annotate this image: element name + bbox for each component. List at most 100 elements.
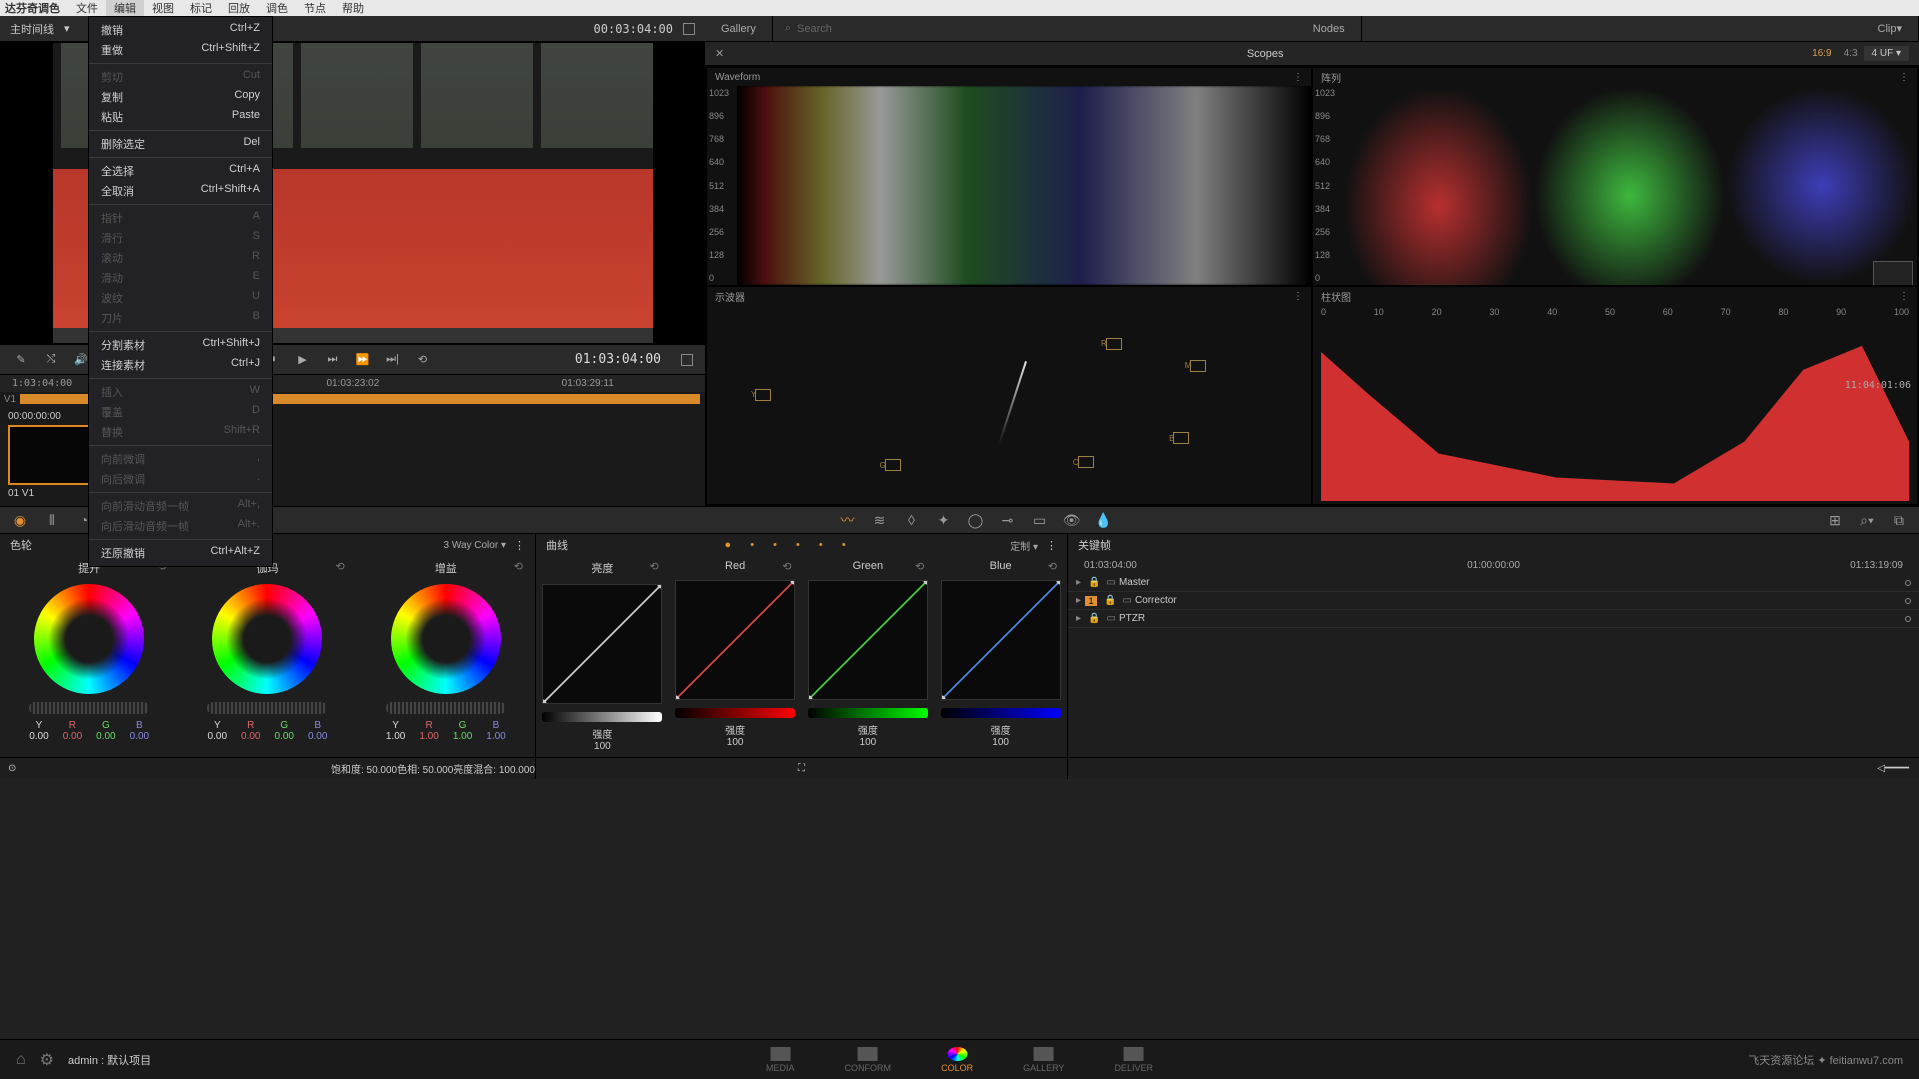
- reset-icon[interactable]: ⟲: [335, 560, 344, 573]
- menu-item[interactable]: 全选择Ctrl+A: [89, 161, 272, 181]
- menu-color[interactable]: 调色: [258, 0, 296, 16]
- page-deliver[interactable]: DELIVER: [1114, 1047, 1153, 1073]
- menu-view[interactable]: 视图: [144, 0, 182, 16]
- intensity-slider[interactable]: [941, 708, 1061, 718]
- panel-menu-icon[interactable]: ⋮: [514, 539, 525, 552]
- menu-item[interactable]: 全取消Ctrl+Shift+A: [89, 181, 272, 201]
- copy-icon[interactable]: ⧉: [1889, 510, 1909, 530]
- tab-gallery[interactable]: Gallery: [705, 16, 773, 41]
- grid-icon[interactable]: ⊞: [1825, 510, 1845, 530]
- page-conform[interactable]: CONFORM: [845, 1047, 892, 1073]
- color-wheel[interactable]: [212, 584, 322, 694]
- color-wheel[interactable]: [391, 584, 501, 694]
- scope-parade: 阵列⋮ 10238967686405123842561280: [1313, 68, 1917, 285]
- menu-item[interactable]: 分割素材Ctrl+Shift+J: [89, 335, 272, 355]
- zoom-slider[interactable]: ◁━━━━: [1877, 763, 1909, 774]
- highlight-icon[interactable]: ✎: [12, 351, 30, 369]
- reset-icon[interactable]: ⟲: [1048, 560, 1057, 573]
- menu-file[interactable]: 文件: [68, 0, 106, 16]
- page-media[interactable]: MEDIA: [766, 1047, 795, 1073]
- clip-selector[interactable]: Clip ▾: [1862, 16, 1919, 41]
- timeline-label[interactable]: 主时间线: [10, 21, 54, 37]
- expand-icon[interactable]: [683, 23, 695, 35]
- curve-editor[interactable]: [675, 580, 795, 700]
- menu-mark[interactable]: 标记: [182, 0, 220, 16]
- tracker-icon[interactable]: ✦: [934, 510, 954, 530]
- menu-item[interactable]: 撤销Ctrl+Z: [89, 20, 272, 40]
- hue-value[interactable]: 色相: 50.000: [397, 761, 453, 776]
- menu-playback[interactable]: 回放: [220, 0, 258, 16]
- node-thumbnail[interactable]: [1873, 261, 1913, 285]
- curve-editor[interactable]: [542, 584, 662, 704]
- scope-layout-select[interactable]: 4 UF ▾: [1864, 46, 1909, 61]
- settings-icon[interactable]: ⚙: [40, 1050, 54, 1070]
- viewer-mode-icon[interactable]: [681, 354, 693, 366]
- lummix-value[interactable]: 亮度混合: 100.000: [453, 761, 535, 776]
- aspect-169[interactable]: 16:9: [1812, 48, 1831, 59]
- scope-menu-icon[interactable]: ⋮: [1293, 291, 1303, 302]
- menu-item[interactable]: 粘贴Paste: [89, 107, 272, 127]
- menu-edit[interactable]: 编辑: [106, 0, 144, 16]
- jog-wheel[interactable]: [386, 702, 506, 714]
- aspect-43[interactable]: 4:3: [1844, 48, 1858, 59]
- close-icon[interactable]: ✕: [715, 47, 724, 60]
- intensity-slider[interactable]: [542, 712, 662, 722]
- next-clip-button[interactable]: ⏭: [323, 351, 341, 369]
- curve-editor[interactable]: [941, 580, 1061, 700]
- page-color[interactable]: COLOR: [941, 1047, 973, 1073]
- search-field[interactable]: ⌕ Search: [773, 22, 1297, 35]
- home-icon[interactable]: ⌂: [16, 1051, 26, 1069]
- reset-icon[interactable]: ⟲: [514, 560, 523, 573]
- stereo-icon[interactable]: 👁: [1062, 510, 1082, 530]
- snapshot-icon[interactable]: ⛶: [536, 763, 1067, 774]
- reset-icon[interactable]: ⟲: [782, 560, 791, 573]
- fast-forward-button[interactable]: ⏩: [353, 351, 371, 369]
- menu-item[interactable]: 重做Ctrl+Shift+Z: [89, 40, 272, 60]
- scope-menu-icon[interactable]: ⋮: [1899, 291, 1909, 302]
- timecode-main: 01:03:04:00: [575, 352, 661, 367]
- blur-icon[interactable]: ◯: [966, 510, 986, 530]
- custom-curves-icon[interactable]: ≋: [870, 510, 890, 530]
- window-icon[interactable]: ◊: [902, 510, 922, 530]
- keyframe-row[interactable]: ▸1🔒▭Corrector: [1068, 592, 1919, 610]
- curve-mode-select[interactable]: 定制 ▾: [1010, 538, 1038, 553]
- intensity-slider[interactable]: [675, 708, 795, 718]
- menu-item[interactable]: 还原撤销Ctrl+Alt+Z: [89, 543, 272, 563]
- menu-nodes[interactable]: 节点: [296, 0, 334, 16]
- jog-wheel[interactable]: [29, 702, 149, 714]
- search-icon[interactable]: ⌕▾: [1857, 510, 1877, 530]
- wheels-icon[interactable]: ◉: [10, 510, 30, 530]
- menu-item[interactable]: 复制Copy: [89, 87, 272, 107]
- scope-menu-icon[interactable]: ⋮: [1899, 72, 1909, 83]
- loop-button[interactable]: ⟲: [413, 351, 431, 369]
- curves-icon[interactable]: 〰: [838, 510, 858, 530]
- tab-nodes[interactable]: Nodes: [1297, 16, 1362, 41]
- shuffle-icon[interactable]: ⤭: [42, 351, 60, 369]
- panel-pager[interactable]: ● • • • • •: [568, 539, 1010, 551]
- menu-item[interactable]: 连接素材Ctrl+J: [89, 355, 272, 375]
- jog-wheel[interactable]: [207, 702, 327, 714]
- reset-icon[interactable]: ⊙: [8, 763, 16, 774]
- reset-icon[interactable]: ⟲: [915, 560, 924, 573]
- menu-help[interactable]: 帮助: [334, 0, 372, 16]
- panel-menu-icon[interactable]: ⋮: [1046, 539, 1057, 552]
- menu-item[interactable]: 删除选定Del: [89, 134, 272, 154]
- bars-icon[interactable]: ⫴: [42, 510, 62, 530]
- key-icon[interactable]: ⊸: [998, 510, 1018, 530]
- intensity-slider[interactable]: [808, 708, 928, 718]
- keyframe-ruler[interactable]: 01:03:04:00 01:00:00:00 01:13:19:09: [1068, 556, 1919, 574]
- color-wheel[interactable]: [34, 584, 144, 694]
- saturation-value[interactable]: 饱和度: 50.000: [331, 761, 397, 776]
- play-button[interactable]: ▶: [293, 351, 311, 369]
- sizing-icon[interactable]: ▭: [1030, 510, 1050, 530]
- last-frame-button[interactable]: ⏭|: [383, 351, 401, 369]
- keyframe-row[interactable]: ▸🔒▭Master: [1068, 574, 1919, 592]
- page-gallery[interactable]: GALLERY: [1023, 1047, 1064, 1073]
- data-burn-icon[interactable]: 💧: [1094, 510, 1114, 530]
- curve-editor[interactable]: [808, 580, 928, 700]
- wheel-mode-select[interactable]: 3 Way Color ▾: [444, 540, 506, 551]
- scope-menu-icon[interactable]: ⋮: [1293, 72, 1303, 83]
- keyframe-row[interactable]: ▸🔒▭PTZR: [1068, 610, 1919, 628]
- reset-icon[interactable]: ⟲: [650, 560, 659, 573]
- chevron-down-icon[interactable]: ▾: [64, 22, 70, 35]
